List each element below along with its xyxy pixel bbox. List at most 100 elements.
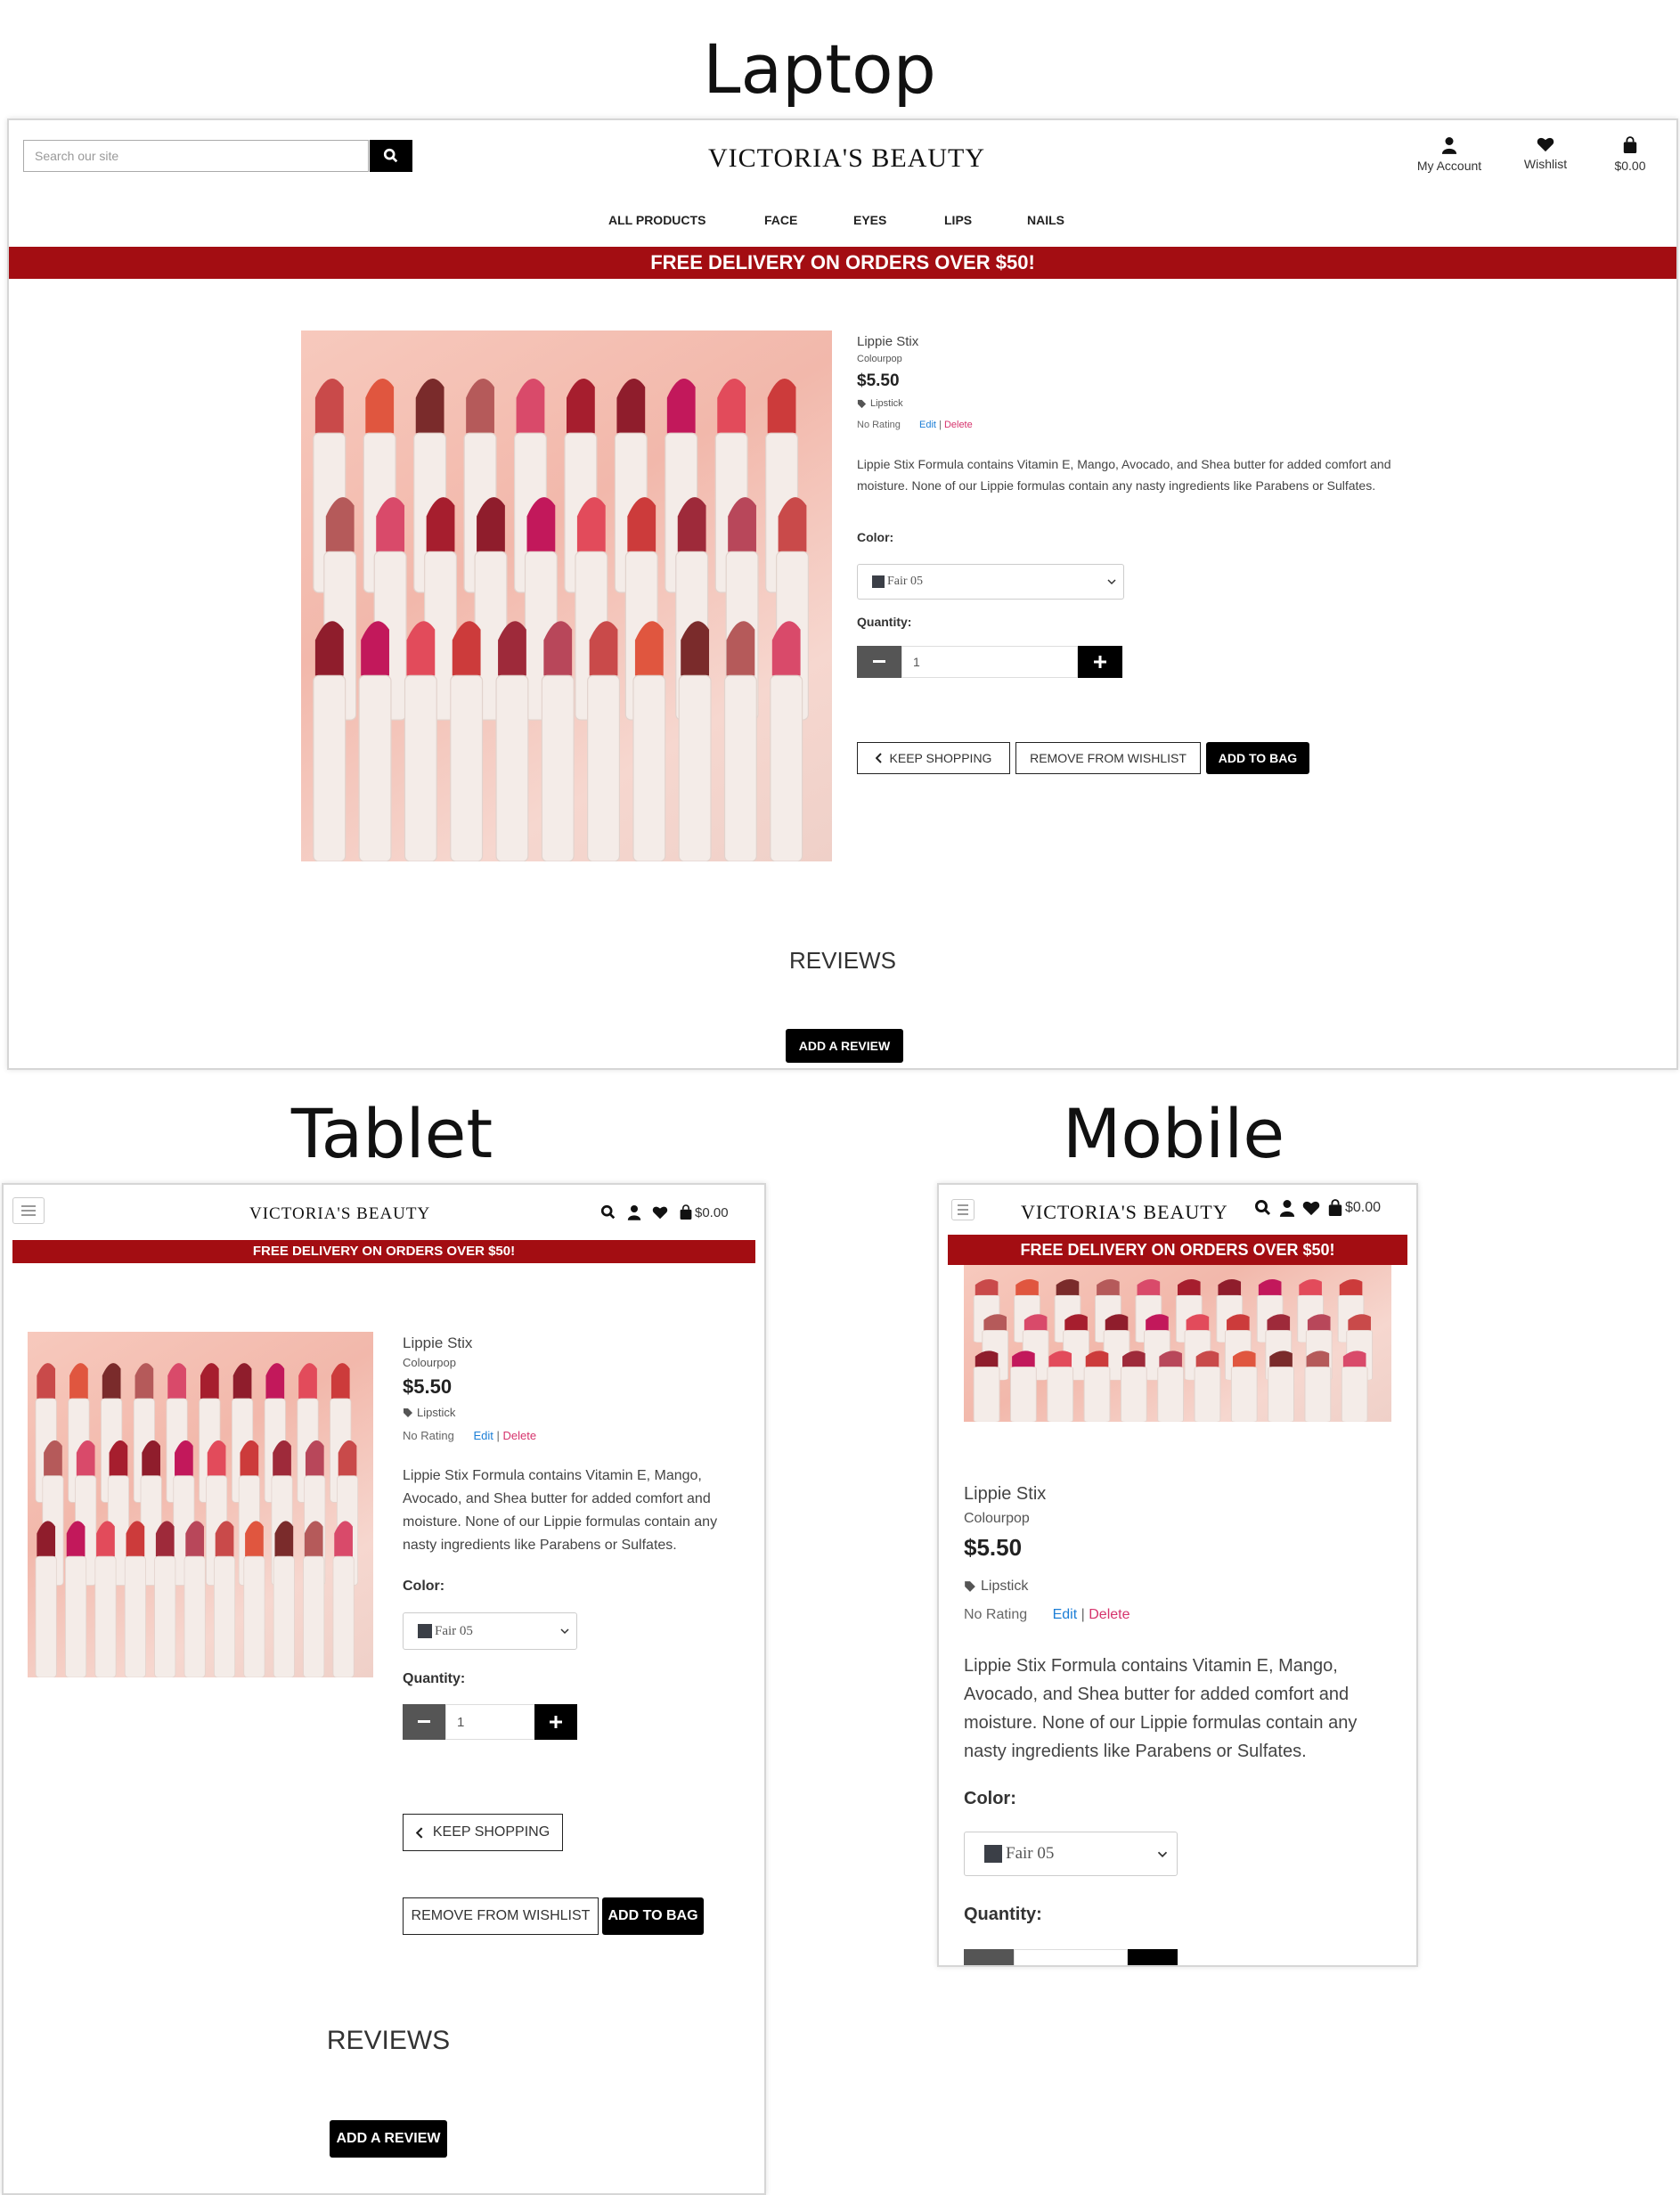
remove-wishlist-button[interactable]: REMOVE FROM WISHLIST [1015, 742, 1201, 774]
quantity-increase-button[interactable] [1078, 646, 1122, 678]
color-swatch [984, 1845, 1002, 1863]
delete-link[interactable]: Delete [944, 420, 973, 430]
nav-all-products[interactable]: ALL PRODUCTS [608, 213, 705, 227]
header-icons: $0.00 [1254, 1199, 1381, 1217]
remove-wishlist-button[interactable]: REMOVE FROM WISHLIST [403, 1897, 599, 1935]
plus-icon [550, 1716, 562, 1728]
keep-shopping-button[interactable]: KEEP SHOPPING [857, 742, 1010, 774]
wishlist-label: Wishlist [1523, 157, 1568, 171]
delivery-banner: FREE DELIVERY ON ORDERS OVER $50! [9, 247, 1676, 279]
delivery-banner: FREE DELIVERY ON ORDERS OVER $50! [948, 1235, 1407, 1265]
product-rating-row: No Rating Edit | Delete [964, 1607, 1130, 1623]
category-label: Lipstick [981, 1579, 1029, 1594]
quantity-increase-button[interactable] [1128, 1949, 1178, 1965]
plus-icon [1094, 656, 1106, 668]
color-value: Fair 05 [887, 575, 924, 588]
heart-icon[interactable] [1302, 1200, 1320, 1216]
add-to-bag-button[interactable]: ADD TO BAG [1206, 742, 1309, 774]
keep-shopping-button[interactable]: KEEP SHOPPING [403, 1814, 563, 1851]
add-to-bag-label: ADD TO BAG [1218, 751, 1298, 765]
quantity-decrease-button[interactable] [403, 1704, 445, 1740]
edit-link[interactable]: Edit [1053, 1607, 1078, 1622]
lipstick-tube [124, 1555, 146, 1677]
lipstick-tube [1083, 1367, 1111, 1422]
heart-icon[interactable] [652, 1205, 668, 1220]
bag-link[interactable]: $0.00 [679, 1204, 729, 1220]
user-icon[interactable] [1279, 1199, 1295, 1217]
lipstick-tube [243, 1555, 265, 1677]
tag-icon [404, 1408, 412, 1417]
lipstick-tube [678, 674, 712, 861]
menu-button[interactable] [951, 1199, 975, 1220]
edit-link[interactable]: Edit [919, 420, 936, 430]
search-button[interactable] [370, 140, 412, 172]
product-category[interactable]: Lipstick [403, 1406, 455, 1419]
product-brand: Colourpop [403, 1356, 456, 1369]
site-logo[interactable]: VICTORIA'S BEAUTY [249, 1204, 430, 1224]
bag-link[interactable]: $0.00 [1603, 136, 1657, 173]
product-description: Lippie Stix Formula contains Vitamin E, … [403, 1468, 718, 1553]
delete-link[interactable]: Delete [1089, 1607, 1130, 1622]
nav-nails[interactable]: NAILS [1027, 213, 1064, 227]
bag-icon [1328, 1199, 1342, 1216]
product-category[interactable]: Lipstick [857, 398, 903, 409]
delivery-banner: FREE DELIVERY ON ORDERS OVER $50! [12, 1240, 755, 1263]
search-icon[interactable] [600, 1204, 616, 1220]
lipstick-tube [35, 1555, 57, 1677]
product-rating-row: No Rating Edit | Delete [403, 1429, 536, 1442]
my-account-link[interactable]: My Account [1409, 136, 1489, 173]
search-icon[interactable] [1254, 1199, 1272, 1217]
lipstick-bullet [1218, 1278, 1242, 1296]
lipstick-tube [214, 1555, 236, 1677]
product-name: Lippie Stix [857, 334, 919, 349]
quantity-decrease-button[interactable] [964, 1949, 1014, 1965]
wishlist-link[interactable]: Wishlist [1514, 136, 1577, 171]
product-category[interactable]: Lipstick [964, 1579, 1028, 1595]
menu-icon [958, 1204, 968, 1206]
bag-link[interactable]: $0.00 [1327, 1199, 1381, 1217]
add-review-button[interactable]: ADD A REVIEW [786, 1029, 903, 1063]
nav-lips[interactable]: LIPS [944, 213, 972, 227]
caption-tablet: Tablet [290, 1094, 493, 1173]
user-icon[interactable] [627, 1204, 641, 1220]
add-to-bag-button[interactable]: ADD TO BAG [602, 1897, 704, 1935]
quantity-label: Quantity: [857, 615, 912, 629]
lipstick-bullet [666, 379, 696, 434]
site-logo[interactable]: VICTORIA'S BEAUTY [708, 143, 985, 174]
product-description: Lippie Stix Formula contains Vitamin E, … [964, 1656, 1358, 1761]
main-nav: ALL PRODUCTS FACE EYES LIPS NAILS [9, 213, 1676, 234]
site-logo[interactable]: VICTORIA'S BEAUTY [1021, 1201, 1228, 1224]
product-brand: Colourpop [964, 1511, 1030, 1526]
lipstick-tube [65, 1555, 87, 1677]
category-label: Lipstick [417, 1406, 456, 1419]
product-price: $5.50 [964, 1534, 1023, 1561]
mobile-screenshot: VICTORIA'S BEAUTY $0.00 FREE DELIVERY ON… [937, 1183, 1418, 1967]
quantity-increase-button[interactable] [534, 1704, 577, 1740]
color-select[interactable]: Fair 05 [964, 1832, 1178, 1876]
header-icons: $0.00 [600, 1204, 729, 1220]
edit-link[interactable]: Edit [473, 1429, 493, 1442]
search-placeholder: Search our site [35, 149, 119, 163]
quantity-input[interactable] [1014, 1949, 1128, 1965]
lipstick-bullet [361, 621, 389, 676]
quantity-value: 1 [913, 655, 920, 669]
quantity-input[interactable]: 1 [445, 1704, 536, 1740]
add-review-button[interactable]: ADD A REVIEW [330, 2120, 447, 2158]
add-to-bag-label: ADD TO BAG [608, 1908, 698, 1923]
nav-eyes[interactable]: EYES [853, 213, 886, 227]
nav-face[interactable]: FACE [764, 213, 797, 227]
lipstick-bullet [232, 1363, 252, 1399]
keep-shopping-label: KEEP SHOPPING [432, 1824, 550, 1840]
link-separator: | [939, 420, 942, 430]
quantity-decrease-button[interactable] [857, 646, 901, 678]
search-input[interactable]: Search our site [23, 140, 369, 172]
color-swatch [418, 1624, 432, 1638]
delete-link[interactable]: Delete [502, 1429, 536, 1442]
quantity-input[interactable]: 1 [901, 646, 1078, 678]
heart-icon [1537, 137, 1554, 152]
menu-button[interactable] [12, 1197, 45, 1224]
lipstick-tube [541, 674, 575, 861]
color-select[interactable]: Fair 05 [403, 1612, 577, 1650]
color-select[interactable]: Fair 05 [857, 564, 1124, 600]
lipstick-tube [1268, 1367, 1294, 1422]
